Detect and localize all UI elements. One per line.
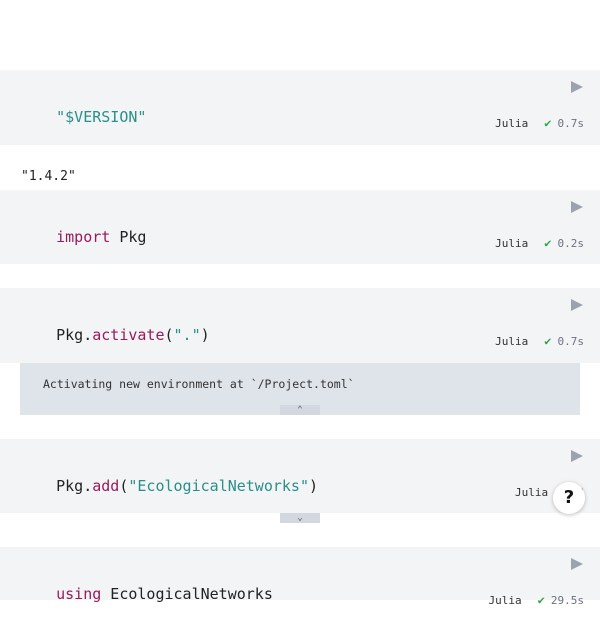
cell-status: Julia ✔ 0.2s [495, 236, 584, 250]
play-icon[interactable] [570, 557, 584, 571]
language-label: Julia [495, 236, 529, 250]
code-token: EcologicalNetworks [101, 585, 273, 603]
language-label: Julia [515, 485, 549, 499]
code-cell[interactable]: "$VERSION" Julia ✔ 0.7s [0, 70, 600, 145]
cell-code[interactable]: import Pkg [20, 210, 146, 264]
language-label: Julia [495, 116, 529, 130]
cell-code[interactable]: Pkg.add("EcologicalNetworks") [20, 459, 318, 513]
play-icon[interactable] [570, 80, 584, 94]
run-duration: 0.7s [557, 116, 585, 130]
chevron-up-icon[interactable]: ⌃ [280, 405, 320, 415]
cell-code[interactable]: Pkg.activate(".") [20, 308, 210, 362]
code-token: "EcologicalNetworks" [128, 477, 309, 495]
check-icon: ✔ [544, 236, 552, 250]
code-cell[interactable]: Pkg.add("EcologicalNetworks") Julia ✔ 8 [0, 439, 600, 513]
language-label: Julia [488, 593, 522, 607]
code-cell[interactable]: Pkg.activate(".") Julia ✔ 0.7s [0, 288, 600, 363]
code-token: Pkg. [56, 326, 93, 344]
code-token: "." [173, 326, 201, 344]
code-token: ) [309, 477, 319, 495]
log-text: Activating new environment at `/Project.… [43, 377, 355, 391]
language-label: Julia [495, 334, 529, 348]
cell-status: Julia ✔ 0.7s [495, 334, 584, 348]
run-duration: 0.7s [557, 334, 585, 348]
help-icon[interactable]: ? [553, 482, 585, 514]
play-icon[interactable] [570, 298, 584, 312]
chevron-down-icon[interactable]: ⌄ [280, 513, 320, 523]
code-cell[interactable]: import Pkg Julia ✔ 0.2s [0, 190, 600, 264]
play-icon[interactable] [570, 200, 584, 214]
code-token: "$VERSION" [56, 108, 147, 126]
check-icon: ✔ [537, 593, 545, 607]
run-duration: 29.5s [550, 593, 584, 607]
code-token: Pkg. [56, 477, 93, 495]
code-token: add [92, 477, 120, 495]
cell-status: Julia ✔ 0.7s [495, 116, 584, 130]
code-token: ) [200, 326, 210, 344]
code-token: Pkg [110, 228, 147, 246]
code-token: activate [92, 326, 165, 344]
check-icon: ✔ [544, 334, 552, 348]
cell-code[interactable]: using EcologicalNetworks [20, 567, 273, 621]
run-duration: 0.2s [557, 236, 585, 250]
cell-status: Julia ✔ 29.5s [489, 593, 584, 607]
cell-output: "1.4.2" [21, 169, 76, 184]
play-icon[interactable] [570, 449, 584, 463]
code-token: using [56, 585, 102, 603]
code-token: ( [164, 326, 174, 344]
code-token: import [56, 228, 111, 246]
code-cell[interactable]: using EcologicalNetworks Julia ✔ 29.5s [0, 547, 600, 607]
check-icon: ✔ [544, 116, 552, 130]
cell-code[interactable]: "$VERSION" [20, 90, 146, 144]
